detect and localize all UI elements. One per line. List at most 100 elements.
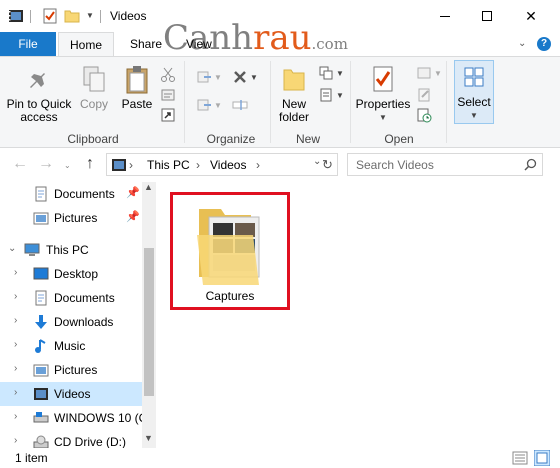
paste-shortcut-icon[interactable] [160, 107, 176, 123]
nav-item-label: This PC [46, 243, 89, 257]
search-input[interactable]: Search Videos [347, 153, 543, 176]
nav-item-desktop[interactable]: › Desktop [0, 262, 142, 286]
help-icon[interactable]: ? [537, 37, 551, 51]
move-to-dropdown-icon[interactable]: ▼ [214, 73, 222, 82]
nav-item-label: Pictures [54, 211, 98, 225]
nav-item-documents[interactable]: › Documents [0, 286, 142, 310]
folder-icon [197, 209, 260, 285]
expand-chevron-icon[interactable]: › [14, 411, 17, 422]
nav-item-label: WINDOWS 10 (C [54, 411, 148, 425]
breadcrumb-chevron-icon[interactable]: › [256, 158, 260, 172]
address-dropdown-icon[interactable]: ⌄ [313, 156, 321, 167]
nav-item-quick-pictures[interactable]: Pictures 📌 [0, 206, 142, 230]
pin-icon[interactable]: 📌 [126, 210, 140, 223]
up-arrow-icon[interactable]: ↑ [86, 155, 94, 173]
collapse-chevron-icon[interactable]: ⌄ [8, 243, 16, 254]
close-button[interactable]: ✕ [508, 0, 554, 32]
status-bar: 1 item [0, 448, 560, 468]
breadcrumb-chevron-icon[interactable]: › [129, 158, 133, 172]
address-bar[interactable]: › This PC › Videos › ⌄ [106, 153, 338, 176]
minimize-button[interactable] [422, 0, 468, 32]
group-label-new: New [295, 132, 320, 146]
navigation-pane: Documents 📌 Pictures 📌 ⌄ This PC › Deskt… [0, 182, 156, 449]
collapse-ribbon-icon[interactable]: ⌄ [518, 38, 526, 49]
maximize-button[interactable] [464, 0, 510, 32]
copy-path-icon[interactable] [160, 87, 176, 103]
open-icon[interactable] [416, 65, 432, 81]
tab-file[interactable]: File [0, 32, 56, 57]
documents-icon [35, 186, 47, 202]
nav-item-this-pc[interactable]: ⌄ This PC [0, 238, 142, 262]
quick-access-dropdown-icon[interactable]: ▼ [86, 11, 94, 20]
properties-dropdown-icon[interactable]: ▼ [354, 111, 412, 124]
new-folder-button[interactable]: New folder [272, 65, 316, 124]
new-item-dropdown-icon[interactable]: ▼ [336, 69, 344, 78]
hard-drive-icon [33, 412, 49, 423]
maximize-icon [482, 11, 492, 21]
scroll-down-icon[interactable]: ▼ [144, 433, 153, 443]
scroll-up-icon[interactable]: ▲ [144, 182, 153, 192]
nav-item-label: Desktop [54, 267, 99, 281]
pin-label-line2: access [20, 110, 58, 124]
paste-button[interactable]: Paste [118, 65, 156, 111]
group-label-organize: Organize [206, 132, 256, 146]
group-separator [270, 61, 271, 143]
new-item-icon[interactable] [318, 65, 334, 81]
details-view-icon[interactable] [512, 450, 528, 466]
nav-item-label: Documents [54, 291, 115, 305]
tab-share[interactable]: Share [120, 32, 172, 57]
history-icon[interactable] [416, 107, 432, 123]
nav-item-quick-documents[interactable]: Documents 📌 [0, 182, 142, 206]
folder-item-captures[interactable]: Captures [170, 192, 290, 310]
toolbar-separator [30, 10, 31, 23]
scrollbar-thumb[interactable] [144, 248, 154, 396]
expand-chevron-icon[interactable]: › [14, 315, 17, 326]
expand-chevron-icon[interactable]: › [14, 363, 17, 374]
expand-chevron-icon[interactable]: › [14, 291, 17, 302]
tab-view[interactable]: View [176, 32, 222, 57]
copy-button[interactable]: Copy [76, 65, 112, 111]
move-to-icon[interactable] [196, 69, 212, 85]
breadcrumb-chevron-icon[interactable]: › [196, 158, 200, 172]
expand-chevron-icon[interactable]: › [14, 339, 17, 350]
large-icons-view-icon[interactable] [534, 450, 550, 466]
breadcrumb-videos[interactable]: Videos [210, 158, 246, 172]
breadcrumb-this-pc[interactable]: This PC [147, 158, 190, 172]
video-folder-icon[interactable] [8, 8, 24, 24]
nav-item-label: Documents [54, 187, 115, 201]
delete-icon[interactable] [232, 69, 248, 85]
delete-dropdown-icon[interactable]: ▼ [250, 73, 258, 82]
pin-to-quick-access-button[interactable]: Pin to Quick access [4, 65, 74, 124]
properties-check-icon[interactable] [42, 8, 58, 24]
nav-item-music[interactable]: › Music [0, 334, 142, 358]
expand-chevron-icon[interactable]: › [14, 387, 17, 398]
expand-chevron-icon[interactable]: › [14, 267, 17, 278]
open-dropdown-icon[interactable]: ▼ [434, 69, 442, 78]
tab-home[interactable]: Home [58, 32, 114, 57]
select-button[interactable]: Select ▼ [454, 60, 494, 124]
refresh-icon[interactable]: ↻ [322, 157, 333, 173]
copy-to-icon[interactable] [196, 97, 212, 113]
nav-item-label: Pictures [54, 363, 98, 377]
nav-item-videos[interactable]: › Videos [0, 382, 142, 406]
nav-item-downloads[interactable]: › Downloads [0, 310, 142, 334]
pin-icon[interactable]: 📌 [126, 186, 140, 199]
back-arrow-icon[interactable]: ← [12, 155, 28, 173]
properties-button[interactable]: Properties ▼ [354, 65, 412, 124]
edit-icon[interactable] [416, 87, 432, 103]
new-folder-quick-icon[interactable] [64, 8, 80, 24]
desktop-icon [33, 267, 49, 280]
easy-access-icon[interactable] [318, 87, 334, 103]
recent-locations-icon[interactable]: ⌄ [64, 161, 71, 170]
cut-icon[interactable] [160, 67, 176, 83]
nav-item-pictures[interactable]: › Pictures [0, 358, 142, 382]
pin-icon [30, 68, 45, 88]
easy-access-dropdown-icon[interactable]: ▼ [336, 91, 344, 100]
copy-to-dropdown-icon[interactable]: ▼ [214, 101, 222, 110]
rename-icon[interactable] [232, 97, 248, 113]
expand-chevron-icon[interactable]: › [14, 435, 17, 446]
forward-arrow-icon[interactable]: → [38, 155, 54, 173]
nav-item-windows-drive[interactable]: › WINDOWS 10 (C [0, 406, 147, 430]
item-count: 1 item [15, 451, 48, 465]
window-title: Videos [110, 9, 147, 23]
